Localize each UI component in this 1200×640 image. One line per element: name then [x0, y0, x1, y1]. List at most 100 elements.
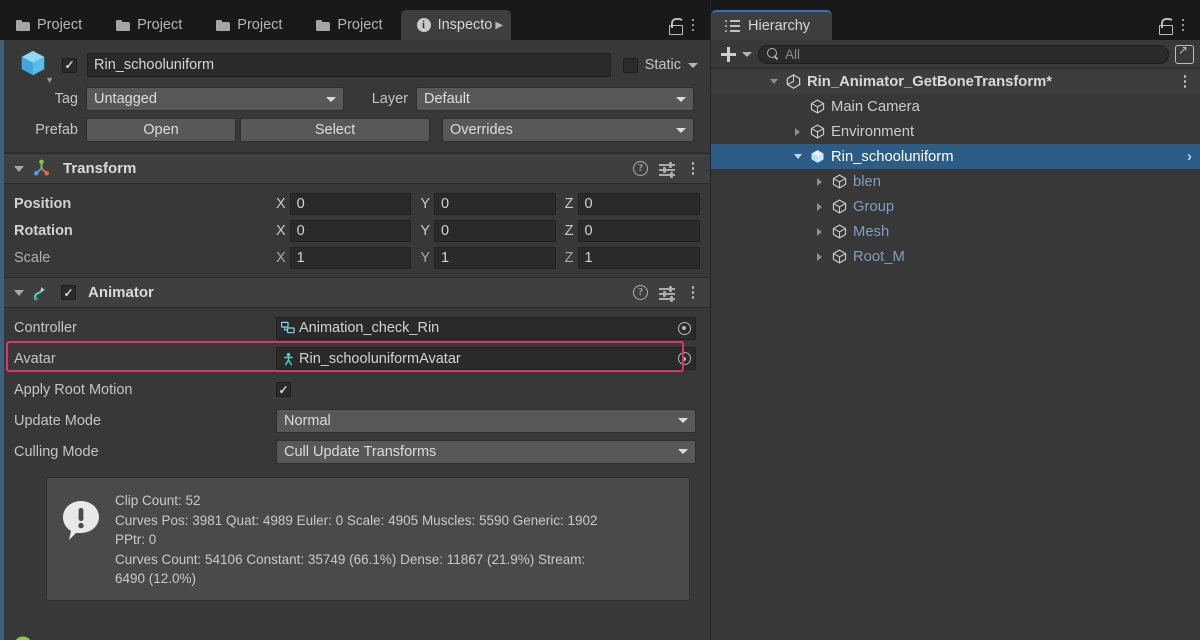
position-x: X 0 — [276, 192, 412, 215]
hierarchy-item-label: Root_M — [853, 248, 905, 265]
component-header-transform[interactable]: Transform ? — [0, 153, 710, 184]
static-dropdown-caret[interactable] — [688, 62, 698, 68]
hierarchy-panel: Hierarchy All ↗ Rin_Animator_GetBoneTran… — [710, 0, 1200, 640]
animator-properties: Controller Animation_check_Rin Avatar Ri… — [0, 308, 710, 611]
gameobject-enabled-checkbox[interactable] — [62, 57, 77, 73]
tag-dropdown[interactable]: Untagged — [86, 87, 344, 111]
prefab-overrides-dropdown[interactable]: Overrides — [442, 118, 694, 142]
help-icon[interactable]: ? — [633, 161, 648, 176]
update-mode-label: Update Mode — [14, 412, 102, 429]
foldout-arrow-icon[interactable] — [767, 75, 780, 88]
position-z-input[interactable]: 0 — [577, 192, 700, 215]
culling-mode-label: Culling Mode — [14, 443, 99, 460]
info-line-4: Curves Count: 54106 Constant: 35749 (66.… — [115, 551, 586, 567]
scale-y-input[interactable]: 1 — [434, 246, 556, 269]
avatar-object-picker[interactable] — [675, 350, 693, 368]
hierarchy-item-environment[interactable]: Environment — [711, 119, 1200, 144]
foldout-arrow-icon[interactable] — [791, 125, 804, 138]
info-line-3: PPtr: 0 — [115, 532, 157, 547]
foldout-arrow-icon[interactable] — [813, 250, 826, 263]
gameobject-cube-icon — [831, 198, 848, 215]
controller-object-picker[interactable] — [675, 319, 693, 337]
kebab-menu-icon[interactable] — [1176, 17, 1190, 33]
property-label: Rotation — [14, 222, 73, 239]
tab-inspector[interactable]: i Inspecto ▶ — [400, 10, 512, 40]
hierarchy-item-blen[interactable]: blen — [711, 169, 1200, 194]
chevron-right-icon[interactable]: › — [1187, 148, 1192, 165]
preset-settings-icon[interactable] — [659, 285, 675, 302]
hierarchy-search-input[interactable]: All — [758, 44, 1169, 64]
foldout-arrow-icon[interactable] — [791, 150, 804, 163]
layer-value: Default — [424, 91, 470, 107]
tab-project-2[interactable]: Project — [100, 10, 200, 40]
rotation-z-input[interactable]: 0 — [577, 219, 700, 242]
lock-open-icon[interactable] — [1159, 17, 1174, 35]
position-z: Z 0 — [565, 192, 700, 215]
static-group: Static — [622, 57, 698, 73]
foldout-arrow-icon[interactable] — [813, 175, 826, 188]
update-mode-dropdown[interactable]: Normal — [276, 408, 696, 433]
animator-icon — [32, 283, 51, 302]
tab-hierarchy[interactable]: Hierarchy — [711, 10, 833, 40]
search-placeholder: All — [785, 46, 801, 62]
foldout-arrow-icon[interactable] — [813, 225, 826, 238]
inspector-panel: Project Project Project Project i Inspec… — [0, 0, 710, 640]
gameobject-name-input[interactable]: Rin_schooluniform — [87, 53, 611, 77]
kebab-menu-icon[interactable] — [1178, 74, 1192, 90]
axis-label-x: X — [276, 222, 286, 239]
scale-x-input[interactable]: 1 — [289, 246, 412, 269]
controller-objectfield[interactable]: Animation_check_Rin — [276, 316, 696, 340]
gameobject-cube-icon — [831, 223, 848, 240]
rotation-x-input[interactable]: 0 — [289, 219, 412, 242]
scale-x: X 1 — [276, 246, 412, 269]
tab-project-4[interactable]: Project — [300, 10, 400, 40]
apply-root-motion-checkbox[interactable] — [276, 382, 291, 397]
rotation-y-input[interactable]: 0 — [434, 219, 556, 242]
foldout-arrow-icon[interactable] — [14, 289, 24, 296]
kebab-menu-icon[interactable] — [686, 161, 700, 177]
folder-icon — [16, 19, 30, 31]
position-y-input[interactable]: 0 — [434, 192, 556, 215]
hierarchy-item-main-camera[interactable]: Main Camera — [711, 94, 1200, 119]
chevron-right-icon[interactable]: ▶ — [495, 20, 503, 31]
create-dropdown-caret[interactable] — [742, 51, 752, 57]
help-icon[interactable]: ? — [633, 285, 648, 300]
prefab-cube-icon[interactable]: ▼ — [18, 48, 54, 85]
tag-label: Tag — [54, 91, 78, 107]
hierarchy-scene-row[interactable]: Rin_Animator_GetBoneTransform* — [711, 69, 1200, 94]
position-x-input[interactable]: 0 — [289, 192, 412, 215]
component-title: Transform — [63, 160, 137, 177]
avatar-value: Rin_schooluniformAvatar — [299, 350, 461, 367]
tab-project-3[interactable]: Project — [200, 10, 300, 40]
hierarchy-item-root-m[interactable]: Root_M — [711, 244, 1200, 269]
layer-dropdown[interactable]: Default — [416, 87, 694, 111]
hierarchy-item-rin-schooluniform[interactable]: Rin_schooluniform › — [711, 144, 1200, 169]
tab-project-1[interactable]: Project — [0, 10, 100, 40]
animator-enabled-checkbox[interactable] — [61, 285, 76, 300]
avatar-objectfield[interactable]: Rin_schooluniformAvatar — [276, 347, 696, 370]
static-checkbox[interactable] — [622, 57, 638, 73]
preset-settings-icon[interactable] — [659, 161, 675, 178]
plus-icon[interactable] — [721, 46, 736, 62]
hierarchy-item-group[interactable]: Group — [711, 194, 1200, 219]
kebab-menu-icon[interactable] — [686, 285, 700, 301]
culling-mode-dropdown[interactable]: Cull Update Transforms — [276, 439, 696, 464]
hierarchy-tab-actions — [1153, 17, 1200, 40]
animator-avatar-row: Avatar Rin_schooluniformAvatar — [14, 343, 700, 374]
foldout-arrow-icon[interactable] — [14, 165, 24, 172]
kebab-menu-icon[interactable] — [686, 17, 700, 33]
prefab-select-button[interactable]: Select — [240, 118, 430, 142]
prefab-open-button[interactable]: Open — [86, 118, 236, 142]
gameobject-cube-icon — [831, 173, 848, 190]
foldout-arrow-icon[interactable] — [813, 200, 826, 213]
lock-open-icon[interactable] — [669, 17, 684, 35]
chevron-down-icon — [676, 96, 686, 102]
chevron-down-icon[interactable]: ▼ — [45, 75, 54, 85]
axis-label-z: Z — [564, 222, 574, 239]
open-in-window-icon[interactable] — [1175, 43, 1194, 64]
component-header-animator[interactable]: Animator ? — [0, 277, 710, 308]
chevron-down-icon — [326, 96, 336, 102]
scale-z-input[interactable]: 1 — [577, 246, 700, 269]
hierarchy-item-mesh[interactable]: Mesh — [711, 219, 1200, 244]
tab-label: Project — [37, 17, 83, 33]
